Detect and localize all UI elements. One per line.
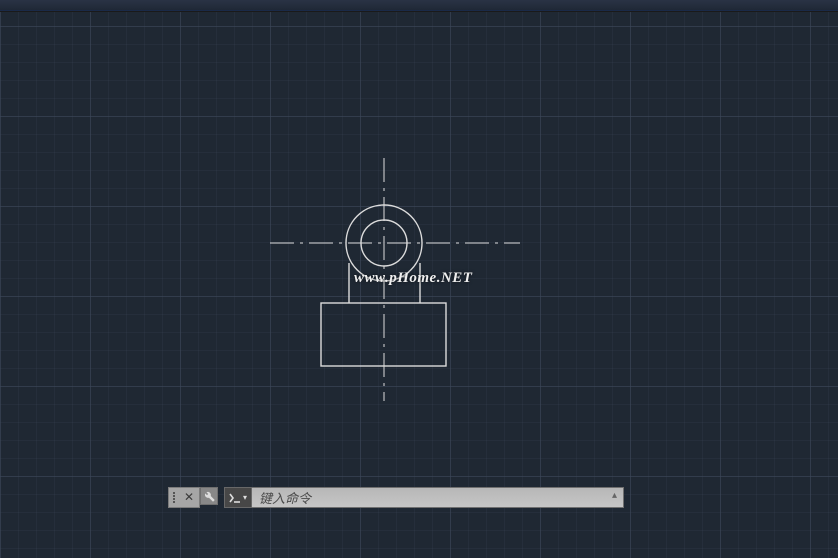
close-icon[interactable]: ✕ (183, 492, 195, 504)
customize-button[interactable] (200, 487, 218, 505)
prompt-icon (229, 493, 241, 503)
chevron-down-icon: ▾ (243, 493, 247, 502)
wrench-icon (202, 489, 216, 503)
command-prompt-button[interactable]: ▾ (224, 487, 252, 508)
drawing-canvas[interactable]: www.pHome.NET (0, 12, 838, 558)
titlebar-strip (0, 0, 838, 11)
command-bar-palette: ✕ (168, 487, 200, 508)
drawing-svg (0, 12, 838, 558)
command-bar: ✕ ▾ 键入命令 (168, 487, 624, 508)
command-input-placeholder: 键入命令 (259, 488, 311, 507)
command-input[interactable]: 键入命令 (252, 487, 624, 508)
drag-grip-icon[interactable] (173, 492, 179, 503)
